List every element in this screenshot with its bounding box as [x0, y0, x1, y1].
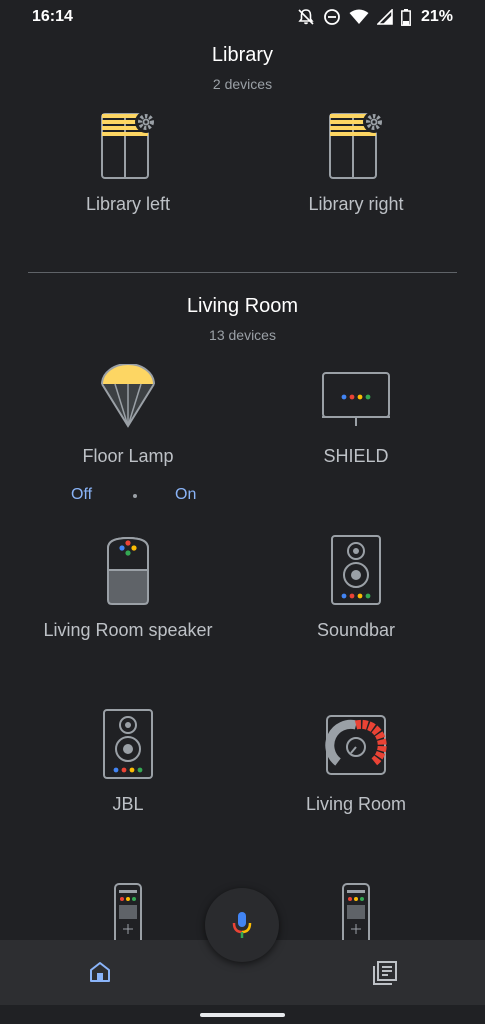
- mic-icon: [232, 912, 252, 938]
- device-living-room-group[interactable]: Living Room: [235, 708, 477, 828]
- on-button[interactable]: On: [175, 486, 196, 504]
- window-blind-settings-icon: [329, 111, 385, 179]
- speaker-group-icon: [325, 715, 387, 775]
- mic-button[interactable]: [205, 888, 279, 962]
- device-label: Living Room speaker: [43, 620, 213, 640]
- speaker-icon: [103, 709, 153, 779]
- google-home-speaker-icon: [107, 536, 149, 605]
- battery-icon: [401, 8, 411, 26]
- remote-icon: [342, 883, 370, 940]
- device-shield[interactable]: SHIELD: [235, 360, 477, 480]
- section-title-living-room: Living Room: [186, 295, 299, 317]
- speaker-icon: [331, 535, 381, 605]
- device-library-right[interactable]: Library right: [235, 108, 477, 228]
- floor-lamp-toggle: Off On: [7, 486, 249, 506]
- bell-off-icon: [298, 9, 314, 25]
- device-soundbar[interactable]: Soundbar: [235, 534, 477, 654]
- toggle-separator-dot: [133, 494, 137, 498]
- section-title-library: Library: [211, 44, 274, 66]
- wifi-icon: [349, 9, 369, 24]
- lamp-icon: [101, 364, 155, 428]
- section-subtitle-living-room: 13 devices: [209, 327, 276, 343]
- window-blind-settings-icon: [101, 111, 157, 179]
- status-time: 16:14: [32, 8, 73, 25]
- device-label: Living Room: [305, 794, 407, 814]
- device-library-left[interactable]: Library left: [7, 108, 249, 228]
- off-button[interactable]: Off: [71, 486, 92, 504]
- gesture-handle[interactable]: [200, 1013, 285, 1017]
- device-label: Soundbar: [316, 620, 396, 640]
- device-label: SHIELD: [323, 446, 389, 466]
- tv-icon: [322, 372, 390, 426]
- battery-percent: 21%: [420, 8, 453, 25]
- home-icon[interactable]: [88, 960, 112, 984]
- remote-icon: [114, 883, 142, 940]
- device-label: Floor Lamp: [82, 446, 174, 466]
- status-bar: 16:14 21%: [0, 0, 485, 34]
- device-label: Library left: [85, 194, 171, 214]
- status-icons: 21%: [297, 8, 453, 26]
- device-label: Library right: [308, 194, 404, 214]
- device-living-room-speaker[interactable]: Living Room speaker: [7, 534, 249, 654]
- device-jbl[interactable]: JBL: [7, 708, 249, 828]
- device-label: JBL: [112, 794, 144, 814]
- do-not-disturb-icon: [324, 9, 340, 25]
- section-subtitle-library: 2 devices: [212, 76, 273, 92]
- feed-icon[interactable]: [372, 960, 398, 986]
- section-divider: [28, 272, 457, 273]
- signal-icon: [376, 9, 393, 25]
